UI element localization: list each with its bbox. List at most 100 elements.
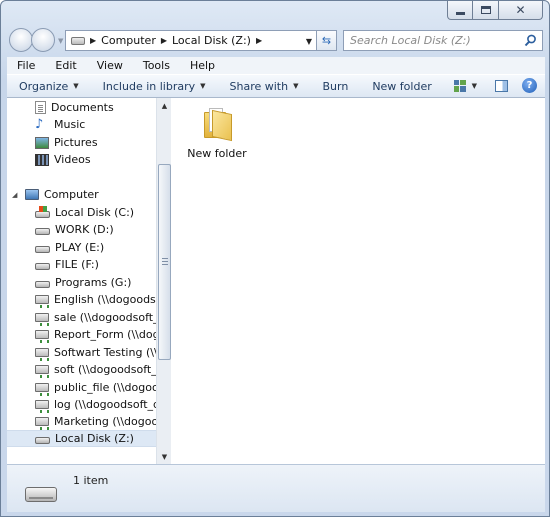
folder-icon: [200, 106, 234, 142]
search-icon[interactable]: [524, 34, 537, 47]
nav-item-label: Music: [54, 118, 86, 131]
maximize-icon: [480, 6, 491, 14]
preview-pane-icon[interactable]: [495, 79, 508, 92]
chevron-right-icon[interactable]: ▶: [161, 36, 167, 45]
maximize-button[interactable]: [473, 1, 499, 20]
menu-help[interactable]: Help: [180, 59, 225, 72]
nav-item-label: Programs (G:): [55, 276, 132, 289]
network-drive-icon: [35, 313, 49, 326]
nav-item-network-softwart-testing[interactable]: Softwart Testing (\\dogo: [35, 344, 171, 361]
nav-item-network-public-file[interactable]: public_file (\\dogoodsof: [35, 379, 171, 396]
scrollbar-thumb[interactable]: [158, 164, 171, 360]
change-view-icon[interactable]: [453, 79, 466, 92]
breadcrumb-computer[interactable]: Computer: [101, 34, 156, 47]
menu-file[interactable]: File: [7, 59, 45, 72]
menu-tools[interactable]: Tools: [133, 59, 180, 72]
nav-item-label: Videos: [54, 153, 91, 166]
burn-button[interactable]: Burn: [310, 80, 360, 93]
help-glyph: ?: [526, 80, 533, 91]
pictures-icon: [35, 136, 49, 149]
nav-item-videos[interactable]: Videos: [35, 151, 171, 168]
address-bar[interactable]: ▶ Computer ▶ Local Disk (Z:) ▶ ▼: [65, 30, 317, 51]
nav-item-label: English (\\dogoodsoft_d: [54, 293, 171, 306]
network-drive-icon: [35, 348, 49, 361]
back-button[interactable]: [9, 28, 33, 52]
network-drive-icon: [35, 365, 49, 378]
network-drive-icon: [35, 330, 49, 343]
close-icon: ✕: [515, 3, 526, 17]
drive-icon: [35, 436, 50, 444]
menu-view[interactable]: View: [87, 59, 133, 72]
help-icon[interactable]: ?: [522, 78, 537, 93]
nav-item-drive-f[interactable]: FILE (F:): [35, 256, 171, 273]
organize-button[interactable]: Organize ▼: [7, 80, 91, 93]
drive-icon: [71, 36, 85, 45]
nav-item-pictures[interactable]: Pictures: [35, 134, 171, 151]
network-drive-icon: [35, 400, 49, 413]
share-with-label: Share with: [229, 79, 289, 93]
recent-pages-dropdown-icon[interactable]: ▼: [58, 37, 63, 52]
music-icon: ♪: [35, 116, 44, 132]
nav-item-music[interactable]: ♪ Music: [35, 116, 171, 133]
nav-pane-scrollbar[interactable]: ▲ ▼: [156, 98, 171, 464]
nav-item-drive-g[interactable]: Programs (G:): [35, 274, 171, 291]
address-history-dropdown-icon[interactable]: ▼: [306, 37, 312, 46]
file-name: New folder: [187, 147, 247, 160]
nav-item-network-english[interactable]: English (\\dogoodsoft_d: [35, 291, 171, 308]
details-pane: 1 item: [7, 464, 545, 512]
view-options-dropdown-icon[interactable]: ▼: [472, 82, 477, 90]
nav-item-label: FILE (F:): [55, 258, 99, 271]
scroll-up-arrow-icon[interactable]: ▲: [157, 98, 171, 113]
include-in-library-button[interactable]: Include in library ▼: [91, 80, 218, 93]
drive-icon: [35, 245, 50, 253]
search-input[interactable]: Search Local Disk (Z:): [343, 30, 543, 51]
nav-item-label: WORK (D:): [55, 223, 114, 236]
nav-item-label: Local Disk (C:): [55, 206, 135, 219]
nav-item-drive-d[interactable]: WORK (D:): [35, 221, 171, 238]
chevron-right-icon[interactable]: ▶: [256, 36, 262, 45]
nav-item-drive-e[interactable]: PLAY (E:): [35, 239, 171, 256]
refresh-button[interactable]: ⇆: [317, 30, 337, 51]
collapse-icon[interactable]: ◢: [12, 191, 17, 199]
nav-item-label: PLAY (E:): [55, 241, 105, 254]
nav-item-label: sale (\\dogoodsoft_disk): [54, 311, 171, 324]
forward-button[interactable]: [31, 28, 55, 52]
explorer-window: ✕ ▼ ▶ Computer ▶ Local Disk (Z:) ▶ ▼ ⇆ S…: [0, 0, 550, 517]
nav-item-network-report-form[interactable]: Report_Form (\\dogood: [35, 326, 171, 343]
breadcrumb-local-disk-z[interactable]: Local Disk (Z:): [172, 34, 251, 47]
network-drive-icon: [35, 417, 49, 430]
nav-item-computer[interactable]: ◢ Computer: [7, 186, 156, 203]
system-drive-icon: [35, 205, 50, 218]
chevron-down-icon: ▼: [293, 82, 299, 90]
close-button[interactable]: ✕: [499, 1, 543, 20]
nav-item-network-soft[interactable]: soft (\\dogoodsoft_disk): [35, 361, 171, 378]
nav-item-network-marketing[interactable]: Marketing (\\dogoodsof: [35, 413, 171, 430]
navigation-pane: Documents ♪ Music Pictures Videos ◢ Comp…: [7, 98, 171, 464]
chevron-right-icon[interactable]: ▶: [90, 36, 96, 45]
drive-icon: [35, 280, 50, 288]
scroll-down-arrow-icon[interactable]: ▼: [157, 449, 171, 464]
nav-item-label: Computer: [44, 188, 99, 201]
nav-item-label: Pictures: [54, 136, 98, 149]
new-folder-button[interactable]: New folder: [360, 80, 443, 93]
nav-item-drive-z[interactable]: Local Disk (Z:): [7, 430, 156, 447]
share-with-button[interactable]: Share with ▼: [218, 80, 311, 93]
videos-icon: [35, 153, 49, 166]
nav-item-label: Softwart Testing (\\dogo: [54, 346, 171, 359]
nav-item-label: Marketing (\\dogoodsof: [54, 415, 171, 428]
navigation-buttons: ▼: [9, 28, 63, 52]
minimize-button[interactable]: [447, 1, 473, 20]
command-bar: Organize ▼ Include in library ▼ Share with…: [7, 74, 545, 98]
menu-bar: File Edit View Tools Help: [7, 57, 545, 74]
drive-icon: [25, 487, 57, 502]
burn-label: Burn: [322, 79, 349, 93]
menu-edit[interactable]: Edit: [45, 59, 86, 72]
file-item-new-folder[interactable]: New folder: [187, 106, 247, 160]
nav-item-label: Documents: [51, 101, 114, 114]
nav-item-documents[interactable]: Documents: [35, 99, 171, 116]
nav-item-network-log[interactable]: log (\\dogoodsoft_disk): [35, 396, 171, 413]
nav-item-label: log (\\dogoodsoft_disk): [54, 398, 171, 411]
nav-item-network-sale[interactable]: sale (\\dogoodsoft_disk): [35, 309, 171, 326]
nav-item-drive-c[interactable]: Local Disk (C:): [35, 204, 171, 221]
file-list-pane: New folder: [173, 98, 545, 464]
